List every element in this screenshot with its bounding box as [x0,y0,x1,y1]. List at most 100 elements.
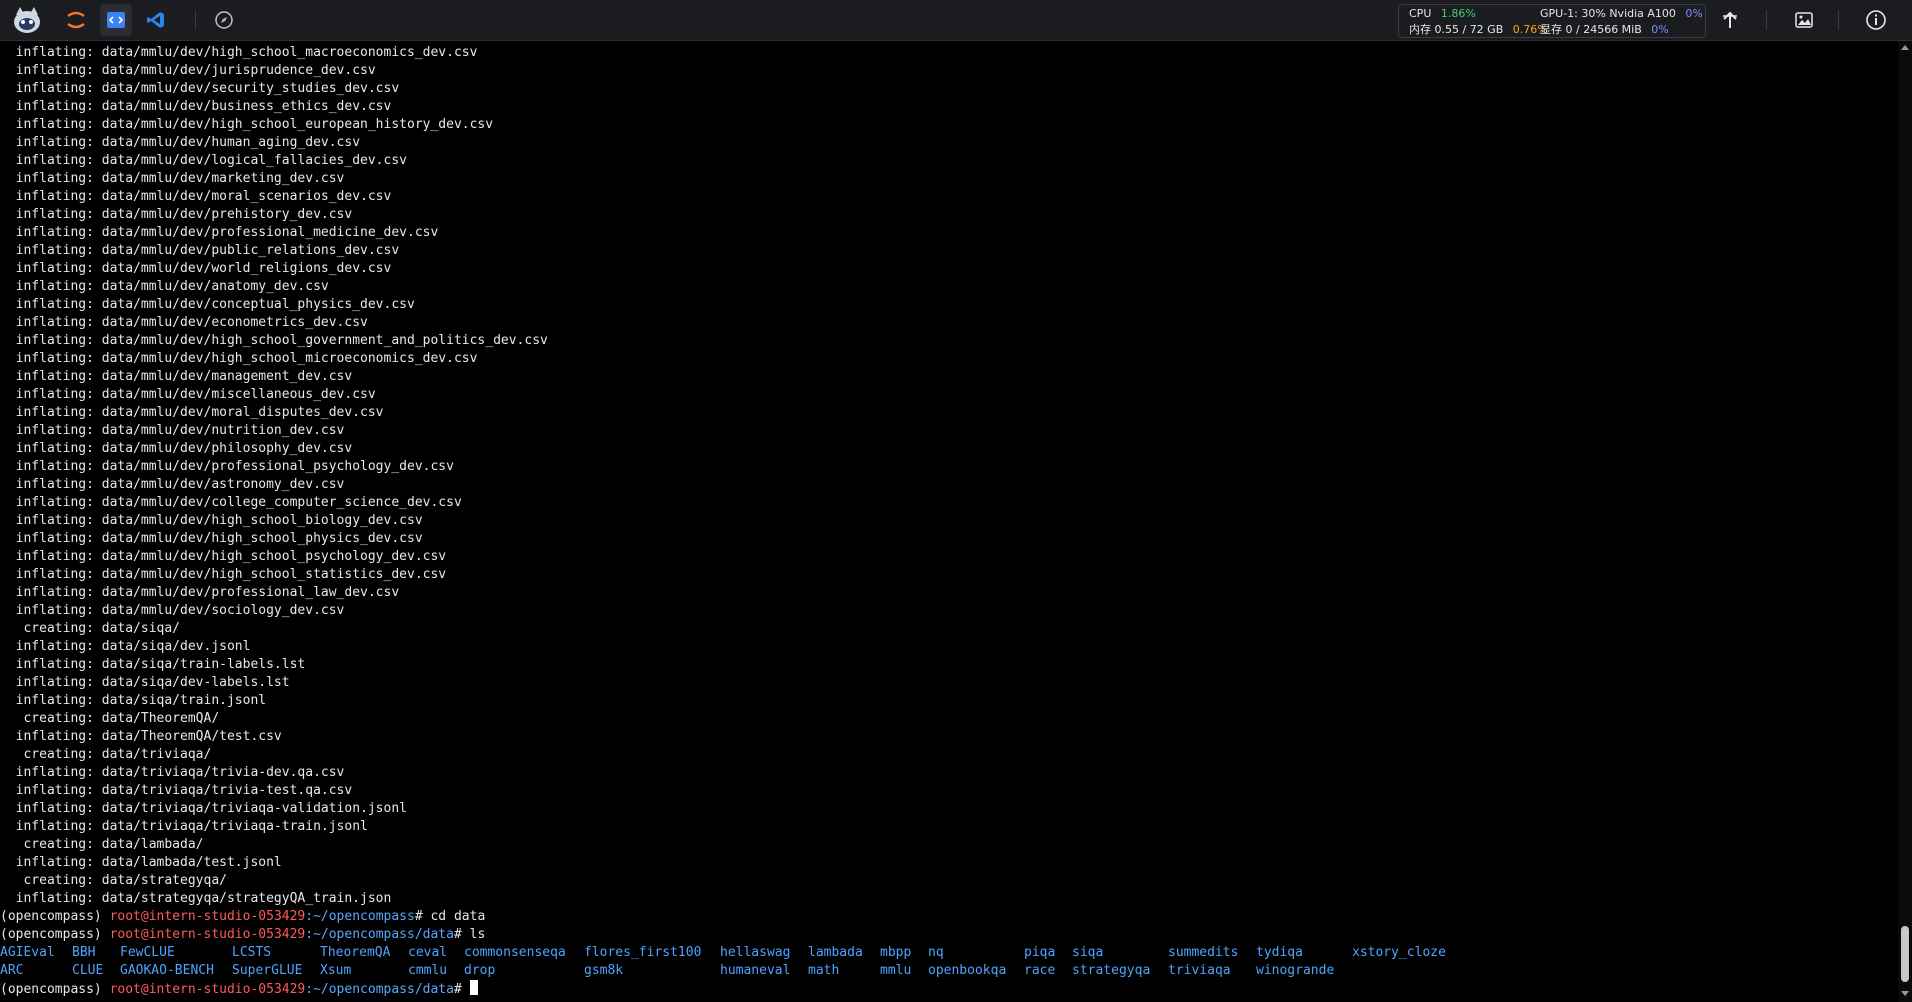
directory-entry: nq [928,945,944,960]
prompt-path: :~/opencompass/data [305,982,454,997]
cpu-value: 1.86% [1440,7,1476,20]
directory-entry: ceval [408,945,448,960]
gpu-value: 0% [1685,7,1703,20]
directory-entry: LCSTS [232,945,272,960]
output-line: inflating: data/triviaqa/trivia-dev.qa.c… [0,765,345,780]
directory-entry: summedits [1168,945,1239,960]
output-line: inflating: data/triviaqa/triviaqa-valida… [0,801,407,816]
info-icon[interactable] [1862,6,1890,34]
terminal-scrollbar[interactable] [1898,41,1912,1002]
output-line: inflating: data/mmlu/dev/nutrition_dev.c… [0,423,345,438]
output-line: creating: data/strategyqa/ [0,873,227,888]
vram-value: 0% [1651,23,1669,36]
output-line: inflating: data/TheoremQA/test.csv [0,729,282,744]
output-line: creating: data/TheoremQA/ [0,711,220,726]
output-line: creating: data/lambada/ [0,837,204,852]
directory-entry: Xsum [320,963,352,978]
directory-entry: openbookqa [928,963,1007,978]
output-line: inflating: data/mmlu/dev/human_aging_dev… [0,135,361,150]
directory-entry: ARC [0,963,24,978]
output-line: inflating: data/mmlu/dev/high_school_mic… [0,351,478,366]
output-line: inflating: data/mmlu/dev/security_studie… [0,81,400,96]
directory-entry: mbpp [880,945,912,960]
output-line: inflating: data/mmlu/dev/high_school_eur… [0,117,494,132]
directory-entry: math [808,963,840,978]
cpu-label: CPU [1409,7,1432,20]
prompt-line: (opencompass) root@intern-studio-053429:… [0,926,485,944]
output-line: inflating: data/mmlu/dev/management_dev.… [0,369,353,384]
directory-entry: winogrande [1256,963,1335,978]
output-line: inflating: data/mmlu/dev/professional_la… [0,585,400,600]
gpu-label: GPU-1: 30% Nvidia A100 [1540,7,1676,20]
image-icon[interactable] [1790,6,1818,34]
directory-entry: drop [464,963,496,978]
code-editor-icon[interactable] [100,4,132,36]
output-line: inflating: data/mmlu/dev/moral_scenarios… [0,189,392,204]
directory-entry: AGIEval [0,945,55,960]
output-line: inflating: data/mmlu/dev/astronomy_dev.c… [0,477,345,492]
toolbar-divider [195,10,196,30]
output-line: inflating: data/mmlu/dev/high_school_bio… [0,513,423,528]
directory-entry: siqa [1072,945,1104,960]
output-line: inflating: data/mmlu/dev/high_school_gov… [0,333,548,348]
toolbar-divider [1838,10,1839,30]
output-line: inflating: data/mmlu/dev/philosophy_dev.… [0,441,353,456]
directory-entry: commonsenseqa [464,945,566,960]
output-line: inflating: data/mmlu/dev/conceptual_phys… [0,297,415,312]
directory-entry: GAOKAO-BENCH [120,963,214,978]
directory-entry: tydiqa [1256,945,1303,960]
output-line: inflating: data/mmlu/dev/prehistory_dev.… [0,207,353,222]
jupyter-icon[interactable] [60,4,92,36]
output-line: inflating: data/mmlu/dev/marketing_dev.c… [0,171,345,186]
directory-entry: SuperGLUE [232,963,303,978]
output-line: inflating: data/siqa/dev.jsonl [0,639,251,654]
upload-arrow-icon[interactable] [1716,6,1744,34]
output-line: inflating: data/triviaqa/trivia-test.qa.… [0,783,353,798]
output-line: inflating: data/lambada/test.jsonl [0,855,282,870]
output-line: inflating: data/siqa/train-labels.lst [0,657,306,672]
output-line: inflating: data/mmlu/dev/high_school_phy… [0,531,423,546]
directory-entry: gsm8k [584,963,624,978]
resource-monitor: CPU 1.86% 内存 0.55 / 72 GB 0.76% GPU-1: 3… [1398,4,1706,38]
scroll-down-arrow-icon[interactable] [1901,991,1909,996]
directory-entry: xstory_cloze [1352,945,1446,960]
output-line: inflating: data/mmlu/dev/world_religions… [0,261,392,276]
compass-icon[interactable] [208,4,240,36]
output-line: inflating: data/mmlu/dev/jurisprudence_d… [0,63,376,78]
output-line: inflating: data/mmlu/dev/sociology_dev.c… [0,603,345,618]
output-line: inflating: data/mmlu/dev/high_school_mac… [0,45,478,60]
prompt-user: root@intern-studio-053429 [109,982,306,997]
output-line: creating: data/siqa/ [0,621,181,636]
output-line: inflating: data/triviaqa/triviaqa-train.… [0,819,368,834]
output-line: creating: data/triviaqa/ [0,747,212,762]
directory-entry: race [1024,963,1056,978]
scroll-up-arrow-icon[interactable] [1901,45,1909,50]
directory-entry: strategyqa [1072,963,1151,978]
directory-entry: cmmlu [408,963,448,978]
vscode-icon[interactable] [140,4,172,36]
scrollbar-thumb[interactable] [1901,926,1909,982]
directory-entry: flores_first100 [584,945,702,960]
output-line: inflating: data/mmlu/dev/anatomy_dev.csv [0,279,329,294]
directory-entry: triviaqa [1168,963,1231,978]
prompt-line-active: (opencompass) root@intern-studio-053429:… [0,980,478,998]
prompt-command: # ls [453,927,486,942]
terminal-cursor[interactable] [469,980,478,995]
output-line: inflating: data/mmlu/dev/high_school_psy… [0,549,447,564]
output-line: inflating: data/mmlu/dev/logical_fallaci… [0,153,407,168]
terminal-output[interactable]: inflating: data/mmlu/dev/high_school_mac… [0,41,1896,1002]
output-line: inflating: data/strategyqa/strategyQA_tr… [0,891,392,906]
directory-entry: mmlu [880,963,912,978]
directory-entry: CLUE [72,963,104,978]
output-line: inflating: data/mmlu/dev/college_compute… [0,495,462,510]
output-line: inflating: data/siqa/train.jsonl [0,693,267,708]
prompt-user: root@intern-studio-053429 [109,927,306,942]
output-line: inflating: data/mmlu/dev/econometrics_de… [0,315,368,330]
app-logo-icon[interactable] [8,4,46,36]
prompt-env: (opencompass) [0,909,110,924]
directory-entry: piqa [1024,945,1056,960]
vram-label: 显存 0 / 24566 MiB [1540,23,1642,36]
prompt-line: (opencompass) root@intern-studio-053429:… [0,908,485,926]
output-line: inflating: data/mmlu/dev/professional_me… [0,225,439,240]
prompt-command: # [453,982,470,997]
